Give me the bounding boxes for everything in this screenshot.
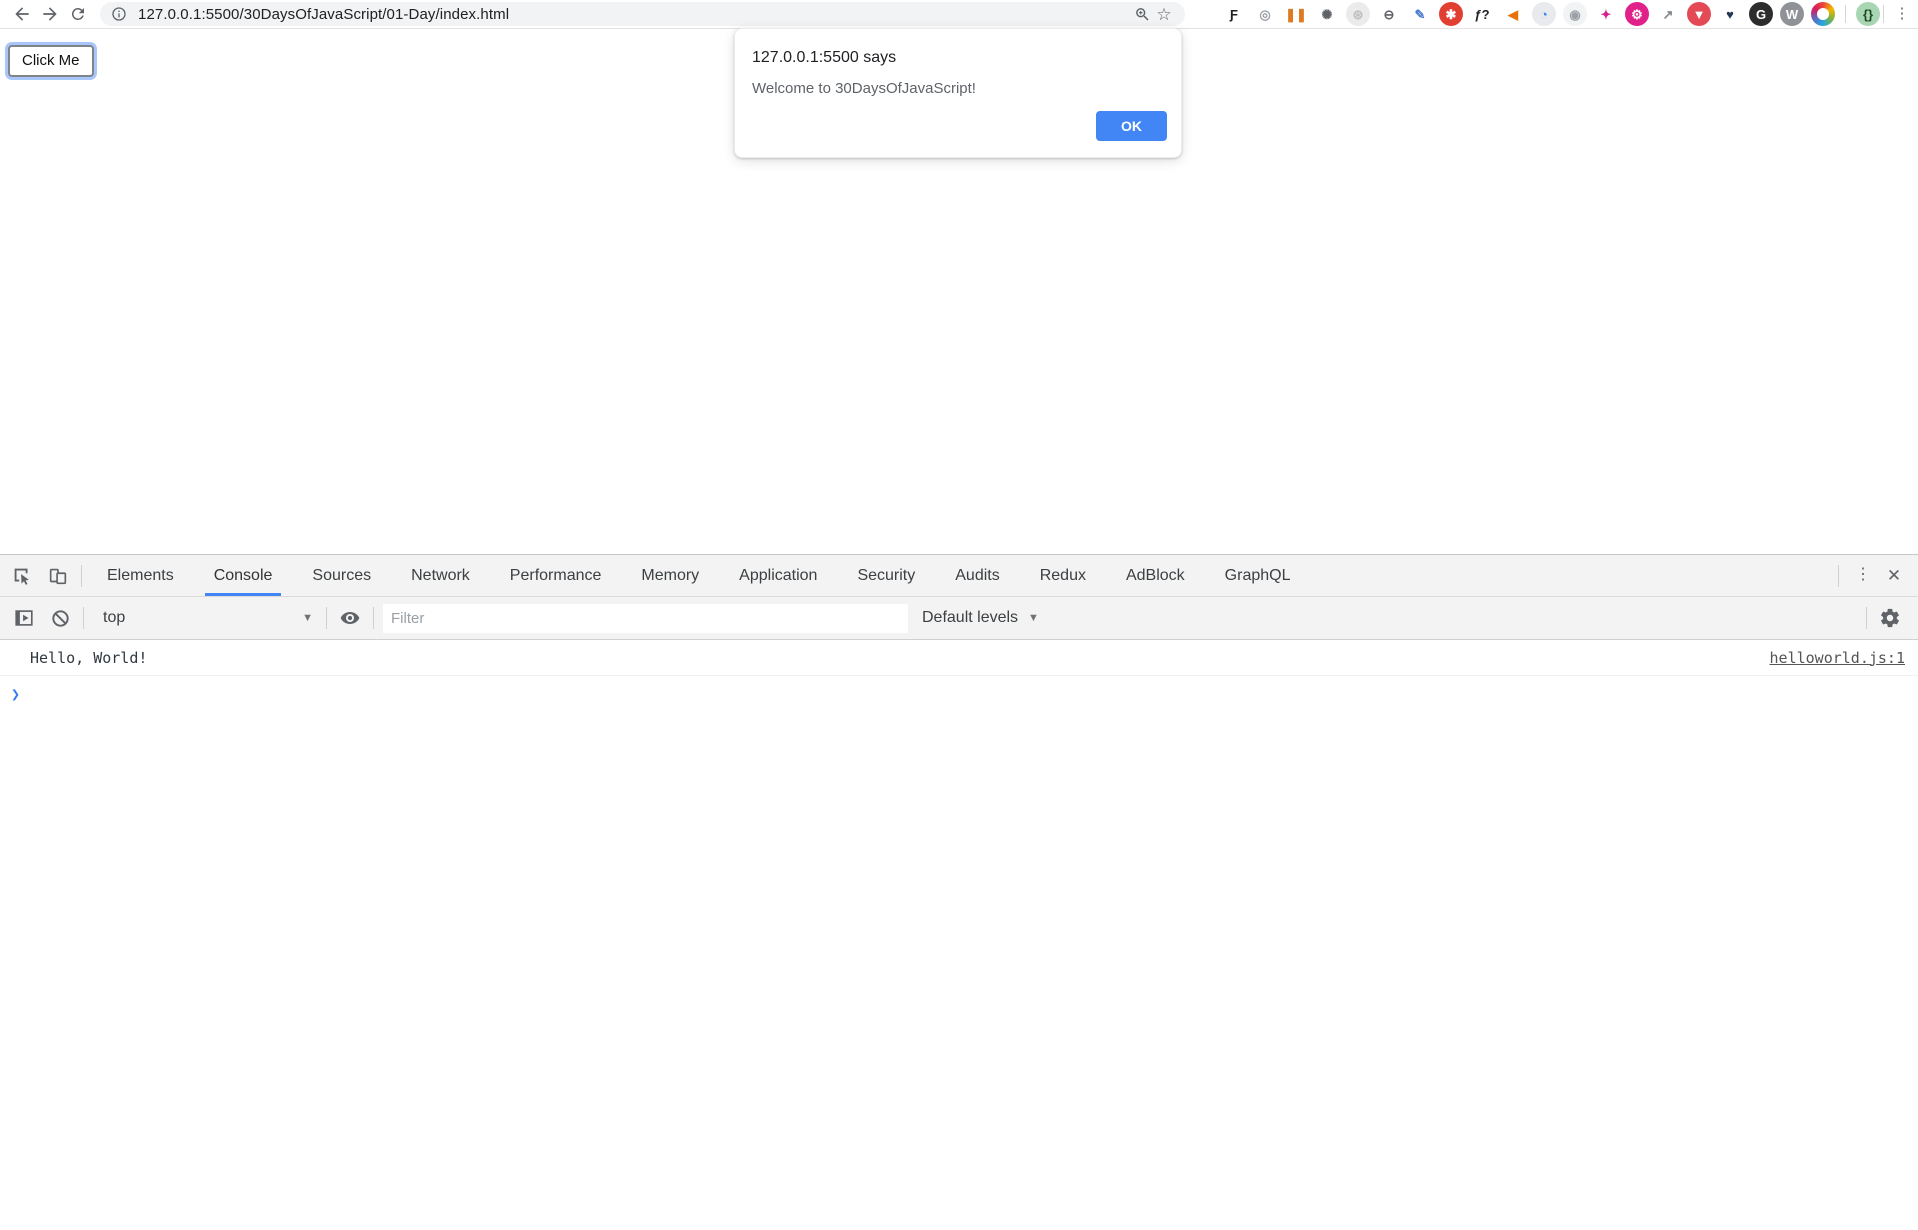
devtools-tab[interactable]: Redux	[1020, 555, 1106, 596]
eye-icon	[339, 607, 361, 629]
extensions-separator	[1845, 5, 1846, 23]
devtools-tab[interactable]: Network	[391, 555, 490, 596]
apollo-extension-icon[interactable]: ✦	[1594, 2, 1618, 26]
gear-icon	[1879, 607, 1901, 629]
devtools-tab[interactable]: Elements	[87, 555, 194, 596]
devtools-tab[interactable]: Security	[837, 555, 935, 596]
sidebar-play-icon	[13, 607, 35, 629]
tabbar-right-separator	[1838, 565, 1839, 587]
color-ring-extension-icon[interactable]	[1811, 2, 1835, 26]
console-messages: Hello, World! helloworld.js:1	[0, 640, 1918, 676]
devtools-tabs: Elements Console Sources Network Perform…	[87, 555, 1310, 596]
alert-message: Welcome to 30DaysOfJavaScript!	[752, 80, 1165, 97]
reload-icon	[69, 5, 87, 23]
browser-menu-kebab-icon[interactable]: ⋮	[1894, 11, 1912, 17]
swirl-extension-icon[interactable]: ◔	[1532, 2, 1556, 26]
back-arrow-icon	[12, 4, 32, 24]
reload-button[interactable]	[64, 1, 92, 27]
javascript-context-select[interactable]: top ▼	[89, 609, 321, 627]
extensions-strip: Ƒ ◎ ❚❚ ✺ ⊛ ⊖ ✎ ✱ ƒ? ◀ ◔ ◉ ✦ ⚙ ↗ ▼	[1193, 2, 1880, 26]
console-sidebar-toggle-button[interactable]	[6, 607, 42, 629]
toolbar-separator	[326, 607, 327, 629]
bookmark-star-icon[interactable]: ☆	[1153, 3, 1175, 25]
heart-magnifier-extension-icon[interactable]: ♥	[1718, 2, 1742, 26]
clear-console-button[interactable]	[42, 608, 78, 629]
eyedropper-extension-icon[interactable]: ✎	[1408, 2, 1432, 26]
console-empty-area[interactable]	[0, 710, 1918, 1230]
zoom-magnifier-icon[interactable]	[1131, 3, 1153, 25]
devtools-tab[interactable]: Audits	[935, 555, 1019, 596]
browser-toolbar: 127.0.0.1:5500/30DaysOfJavaScript/01-Day…	[0, 0, 1918, 29]
toolbar-separator	[83, 607, 84, 629]
pocket-extension-icon[interactable]: ▼	[1687, 2, 1711, 26]
devtools-tabbar: Elements Console Sources Network Perform…	[0, 555, 1918, 597]
chevron-down-icon: ▼	[1028, 612, 1039, 624]
console-filter-input[interactable]	[383, 604, 908, 633]
log-levels-select[interactable]: Default levels ▼	[922, 609, 1039, 627]
atom-extension-icon[interactable]: ⊛	[1346, 2, 1370, 26]
devtools-tab[interactable]: Application	[719, 555, 837, 596]
tabbar-separator	[81, 565, 82, 587]
device-toolbar-button[interactable]	[40, 555, 76, 596]
live-expression-button[interactable]	[332, 607, 368, 629]
forward-arrow-icon	[40, 4, 60, 24]
console-toolbar: top ▼ Default levels ▼	[0, 597, 1918, 640]
devtools-panel: Elements Console Sources Network Perform…	[0, 554, 1918, 1146]
alert-dialog: 127.0.0.1:5500 says Welcome to 30DaysOfJ…	[734, 28, 1182, 158]
g-circle-extension-icon[interactable]: G	[1749, 2, 1773, 26]
console-source-link[interactable]: helloworld.js:1	[1770, 649, 1905, 667]
devtools-tab[interactable]: Console	[194, 555, 293, 596]
function-help-extension-icon[interactable]: ƒ?	[1470, 2, 1494, 26]
console-log-text: Hello, World!	[30, 649, 1770, 667]
inspect-element-button[interactable]	[4, 555, 40, 596]
stylus-extension-icon[interactable]: Ƒ	[1222, 2, 1246, 26]
forward-button[interactable]	[36, 1, 64, 27]
adblock-hand-extension-icon[interactable]: ✱	[1439, 2, 1463, 26]
gear-square-extension-icon[interactable]: ⚙	[1625, 2, 1649, 26]
toolbar-separator	[1883, 5, 1884, 23]
devtools-menu-kebab-icon[interactable]: ⋮	[1852, 572, 1874, 578]
device-toolbar-icon	[47, 565, 69, 587]
devtools-tab[interactable]: Memory	[621, 555, 719, 596]
console-log-row: Hello, World! helloworld.js:1	[0, 640, 1918, 676]
alert-title: 127.0.0.1:5500 says	[752, 49, 1165, 67]
inspect-cursor-icon	[11, 565, 33, 587]
back-button[interactable]	[8, 1, 36, 27]
alert-ok-button[interactable]: OK	[1096, 111, 1167, 141]
devtools-tab[interactable]: GraphQL	[1205, 555, 1311, 596]
panels-extension-icon[interactable]: ❚❚	[1284, 2, 1308, 26]
prompt-chevron-icon: ❯	[11, 685, 20, 703]
devtools-close-icon[interactable]: ✕	[1882, 566, 1906, 586]
devtools-tab[interactable]: AdBlock	[1106, 555, 1205, 596]
address-bar[interactable]: 127.0.0.1:5500/30DaysOfJavaScript/01-Day…	[100, 2, 1185, 26]
info-icon[interactable]	[108, 3, 130, 25]
circle-dash-extension-icon[interactable]: ⊖	[1377, 2, 1401, 26]
console-prompt[interactable]: ❯	[0, 676, 1918, 710]
target-extension-icon[interactable]: ◎	[1253, 2, 1277, 26]
json-viewer-extension-icon[interactable]: {}	[1856, 2, 1880, 26]
w-circle-extension-icon[interactable]: W	[1780, 2, 1804, 26]
url-text[interactable]: 127.0.0.1:5500/30DaysOfJavaScript/01-Day…	[138, 6, 1131, 23]
toolbar-separator	[373, 607, 374, 629]
bug-extension-icon[interactable]: ✺	[1315, 2, 1339, 26]
devtools-tab[interactable]: Performance	[490, 555, 622, 596]
chevron-down-icon: ▼	[302, 612, 313, 624]
devtools-tab[interactable]: Sources	[292, 555, 391, 596]
toolbar-separator	[1866, 607, 1867, 629]
clear-circle-slash-icon	[50, 608, 71, 629]
megaphone-extension-icon[interactable]: ◀	[1501, 2, 1525, 26]
console-settings-button[interactable]	[1872, 607, 1908, 629]
blocks-arrow-extension-icon[interactable]: ↗	[1656, 2, 1680, 26]
camera-extension-icon[interactable]: ◉	[1563, 2, 1587, 26]
click-me-button[interactable]: Click Me	[8, 45, 94, 77]
